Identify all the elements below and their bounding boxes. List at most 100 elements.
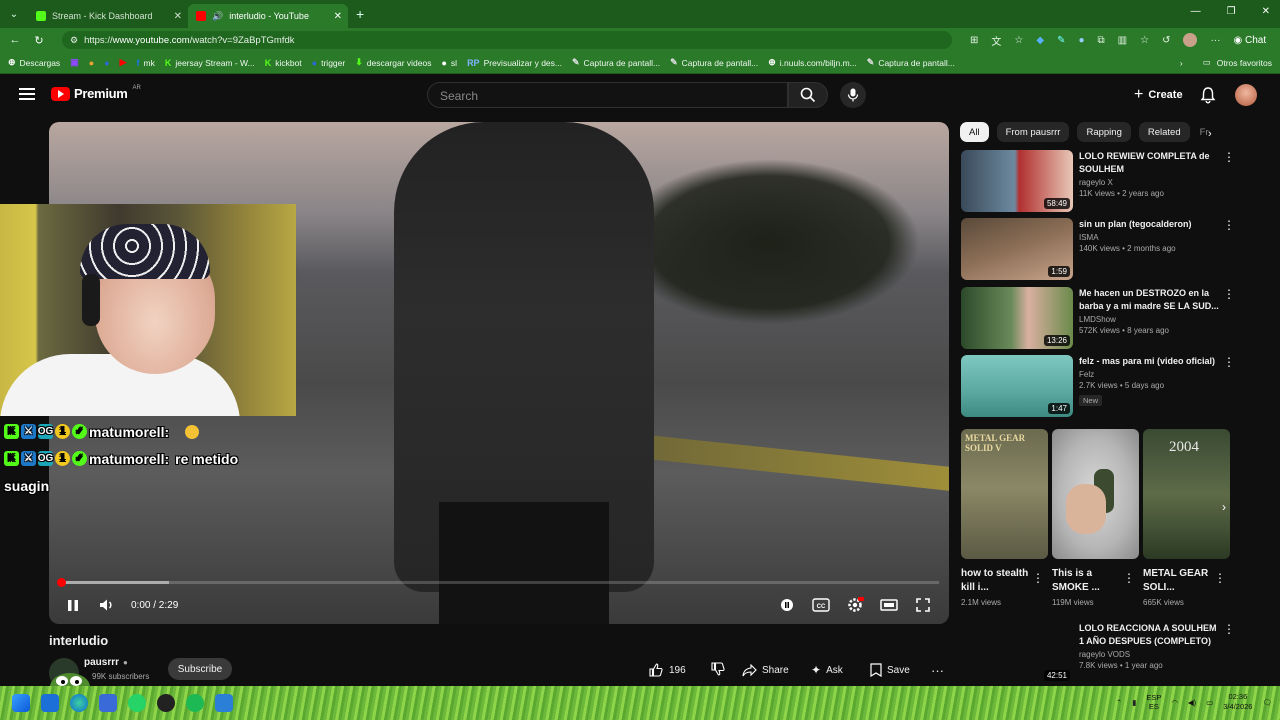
obs-icon[interactable]: [157, 694, 175, 712]
user-avatar[interactable]: [1235, 84, 1257, 106]
shorts-next-chevron-icon[interactable]: ›: [1222, 500, 1226, 514]
tray-app-icon[interactable]: ▮: [1132, 698, 1136, 707]
favorite-star-icon[interactable]: ☆: [1014, 35, 1023, 46]
back-icon[interactable]: ←: [8, 34, 22, 46]
chevron-right-icon[interactable]: ›: [1180, 58, 1183, 68]
chevron-right-icon[interactable]: ›: [1208, 128, 1212, 140]
bookmark-item[interactable]: ●: [89, 58, 94, 68]
progress-bar[interactable]: [57, 578, 939, 587]
short-item[interactable]: This is a SMOKE ... 119M views ⋮: [1052, 429, 1139, 607]
youtube-premium-logo[interactable]: Premium AR: [51, 85, 141, 101]
app-icon[interactable]: [99, 694, 117, 712]
bookmark-item[interactable]: ✎ Captura de pantall...: [670, 57, 758, 68]
captions-button[interactable]: CC: [811, 595, 831, 615]
recommendation-item[interactable]: 1:59 sin un plan (tegocalderon) ISMA 140K v…: [961, 218, 1241, 280]
battery-icon[interactable]: ▭: [1206, 698, 1213, 707]
profile-avatar[interactable]: [1183, 33, 1198, 47]
wifi-icon[interactable]: ◠: [1171, 698, 1178, 707]
tab-youtube[interactable]: 🔊 interludio - YouTube ✕: [188, 4, 348, 28]
maximize-icon[interactable]: ❐: [1227, 6, 1236, 17]
subscribe-button[interactable]: Subscribe: [168, 658, 232, 680]
recommendation-item[interactable]: 13:26 Me hacen un DESTROZO en la barba y …: [961, 287, 1241, 349]
theater-mode-button[interactable]: [879, 595, 899, 615]
favorites-icon[interactable]: ☆: [1140, 35, 1149, 46]
app-icon[interactable]: [41, 694, 59, 712]
recommendation-item[interactable]: 42:51 LOLO REACCIONA A SOULHEM 1 AÑO DES…: [961, 622, 1241, 684]
whatsapp-icon[interactable]: [128, 694, 146, 712]
more-options-icon[interactable]: ⋮: [1223, 622, 1235, 636]
short-item[interactable]: METAL GEAR SOLID V how to stealth kill i…: [961, 429, 1048, 607]
recommendation-item[interactable]: 1:47 felz - mas para mi (video oficial) Fe…: [961, 355, 1241, 417]
settings-button[interactable]: [845, 595, 865, 615]
windows-start-icon[interactable]: [12, 694, 30, 712]
edge-icon[interactable]: [70, 694, 88, 712]
close-window-icon[interactable]: ✕: [1262, 6, 1270, 17]
new-tab-button[interactable]: +: [356, 6, 364, 22]
extension-icon[interactable]: ◆: [1036, 35, 1044, 46]
bookmark-item[interactable]: ⬇ descargar videos: [355, 57, 431, 68]
copilot-icon[interactable]: ◉ Chat: [1233, 35, 1266, 46]
clock[interactable]: 02:36 3/4/2026: [1223, 692, 1252, 712]
notepad-icon[interactable]: [215, 694, 233, 712]
fullscreen-button[interactable]: [913, 595, 933, 615]
chip-3[interactable]: Related: [1138, 122, 1190, 142]
bookmark-item[interactable]: ✎ Captura de pantall...: [867, 57, 955, 68]
create-button[interactable]: + Create: [1126, 83, 1191, 107]
more-options-icon[interactable]: ⋮: [1032, 571, 1044, 585]
more-menu-icon[interactable]: ···: [1210, 35, 1220, 46]
tab-kick-dashboard[interactable]: Stream - Kick Dashboard ✕: [28, 4, 188, 28]
chip-2[interactable]: Rapping: [1077, 122, 1131, 142]
chip-0[interactable]: All: [960, 122, 989, 142]
split-screen-icon[interactable]: ▥: [1118, 35, 1127, 46]
refresh-icon[interactable]: ↻: [32, 34, 46, 47]
search-input[interactable]: Search: [427, 82, 788, 108]
tab-actions-chevron-icon[interactable]: ⌄: [0, 0, 28, 28]
search-button[interactable]: [788, 82, 828, 108]
bookmark-item[interactable]: ▣: [70, 57, 79, 68]
bookmark-item[interactable]: Kjeersay Stream - W...: [165, 58, 255, 68]
translate-icon[interactable]: 文: [991, 33, 1001, 48]
pause-button[interactable]: [63, 595, 83, 615]
bookmark-item[interactable]: ⊕ Descargas: [8, 57, 60, 68]
bookmark-item[interactable]: Kkickbot: [265, 58, 302, 68]
extension-icon[interactable]: ✎: [1057, 35, 1065, 46]
site-info-icon[interactable]: ⚙: [70, 35, 78, 46]
bookmark-item[interactable]: f mk: [137, 58, 155, 68]
dislike-button[interactable]: [711, 661, 725, 679]
save-button[interactable]: Save: [870, 658, 910, 682]
autoplay-toggle[interactable]: [777, 595, 797, 615]
voice-search-button[interactable]: [840, 82, 866, 108]
menu-hamburger-icon[interactable]: [19, 88, 35, 100]
ask-button[interactable]: ✦ Ask: [811, 658, 843, 682]
volume-button[interactable]: [97, 595, 117, 615]
extension-icon[interactable]: ●: [1078, 35, 1084, 46]
language-indicator[interactable]: ESP ES: [1146, 693, 1161, 711]
speaker-icon[interactable]: 🔊: [212, 11, 223, 22]
like-button[interactable]: 196: [641, 663, 694, 677]
minimize-icon[interactable]: —: [1191, 6, 1201, 17]
close-tab-icon[interactable]: ✕: [174, 11, 182, 22]
bookmark-item[interactable]: ● sl: [441, 58, 457, 68]
bookmark-item[interactable]: ⊕ i.nuuls.com/biljn.m...: [768, 57, 857, 68]
chevron-up-icon[interactable]: ⌃: [1116, 698, 1122, 707]
chip-1[interactable]: From pausrrr: [996, 122, 1070, 142]
share-button[interactable]: Share: [742, 658, 789, 682]
more-options-icon[interactable]: ⋮: [1223, 150, 1235, 164]
bookmark-item[interactable]: ▶: [120, 57, 127, 68]
bookmark-item[interactable]: ✎ Captura de pantall...: [572, 57, 660, 68]
history-icon[interactable]: ↺: [1162, 35, 1170, 46]
speaker-icon[interactable]: ◀): [1188, 698, 1196, 707]
notifications-icon[interactable]: 🗨: [1262, 698, 1272, 707]
more-options-icon[interactable]: ⋮: [1223, 355, 1235, 369]
extensions-puzzle-icon[interactable]: ⧉: [1098, 35, 1105, 46]
app-available-icon[interactable]: ⊞: [970, 35, 978, 46]
bookmark-item[interactable]: ● trigger: [312, 58, 346, 68]
more-actions-button[interactable]: ···: [931, 658, 944, 682]
more-options-icon[interactable]: ⋮: [1214, 571, 1226, 585]
bookmark-item[interactable]: RP Previsualizar y des...: [467, 58, 562, 68]
other-bookmarks-folder[interactable]: › ▭ Otros favoritos: [1180, 57, 1272, 68]
bookmark-item[interactable]: ●: [104, 58, 109, 68]
more-options-icon[interactable]: ⋮: [1223, 287, 1235, 301]
url-field[interactable]: ⚙ https://www.youtube.com/watch?v=9ZaBpT…: [62, 31, 952, 49]
notifications-bell-icon[interactable]: [1199, 86, 1217, 104]
